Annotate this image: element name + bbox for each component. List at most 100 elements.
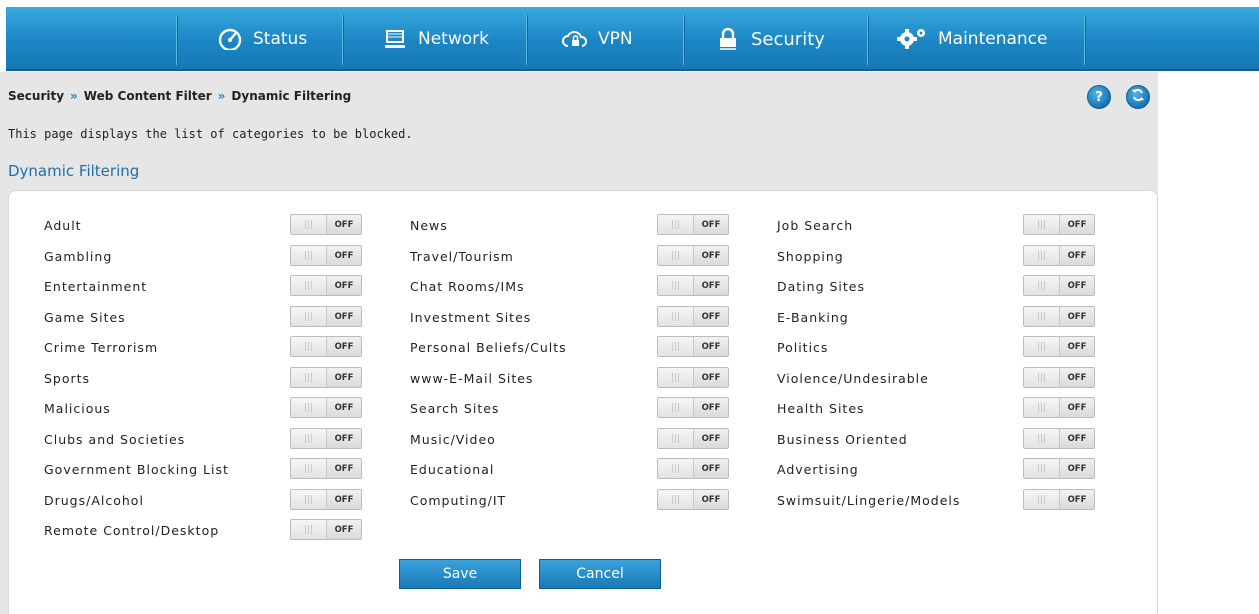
category-row: Adult (44, 213, 82, 237)
category-toggle[interactable]: ||| OFF (657, 214, 729, 235)
page-description: This page displays the list of categorie… (8, 127, 413, 141)
top-navigation-bar: Status Network VPN Security Maintenance (6, 7, 1259, 71)
toggle-grip-icon: ||| (291, 246, 327, 265)
category-toggle[interactable]: ||| OFF (657, 428, 729, 449)
nav-item-label: Security (751, 28, 825, 50)
refresh-icon (1131, 88, 1145, 106)
category-toggle[interactable]: ||| OFF (290, 245, 362, 266)
category-toggle[interactable]: ||| OFF (290, 367, 362, 388)
category-row: Malicious (44, 396, 111, 420)
category-label: Swimsuit/Lingerie/Models (777, 492, 961, 508)
toggle-grip-icon: ||| (1024, 246, 1060, 265)
category-toggle[interactable]: ||| OFF (657, 245, 729, 266)
category-toggle[interactable]: ||| OFF (657, 336, 729, 357)
category-toggle[interactable]: ||| OFF (290, 336, 362, 357)
category-row: www-E-Mail Sites (410, 366, 533, 390)
breadcrumb-separator: » (217, 89, 226, 103)
toggle-state-label: OFF (1060, 429, 1094, 448)
toggle-state-label: OFF (327, 337, 361, 356)
toggle-grip-icon: ||| (1024, 429, 1060, 448)
nav-separator (867, 15, 868, 65)
category-label: Malicious (44, 400, 111, 416)
toggle-grip-icon: ||| (658, 398, 694, 417)
category-toggle[interactable]: ||| OFF (290, 458, 362, 479)
help-button[interactable]: ? (1087, 85, 1111, 109)
category-label: Violence/Undesirable (777, 370, 929, 386)
category-toggle[interactable]: ||| OFF (1023, 458, 1095, 479)
category-label: Gambling (44, 248, 113, 264)
toggle-state-label: OFF (694, 398, 728, 417)
category-toggle[interactable]: ||| OFF (290, 214, 362, 235)
nav-separator (1084, 15, 1085, 65)
category-row: Computing/IT (410, 488, 506, 512)
toggle-state-label: OFF (327, 368, 361, 387)
nav-item-vpn[interactable]: VPN (562, 7, 633, 71)
category-toggle[interactable]: ||| OFF (1023, 214, 1095, 235)
category-toggle[interactable]: ||| OFF (657, 306, 729, 327)
toggle-state-label: OFF (327, 276, 361, 295)
category-label: Adult (44, 217, 82, 233)
category-label: Job Search (777, 217, 854, 233)
category-toggle[interactable]: ||| OFF (657, 397, 729, 418)
nav-item-label: Maintenance (938, 29, 1048, 49)
toggle-grip-icon: ||| (1024, 215, 1060, 234)
category-toggle[interactable]: ||| OFF (290, 519, 362, 540)
category-toggle[interactable]: ||| OFF (1023, 336, 1095, 357)
category-toggle[interactable]: ||| OFF (290, 489, 362, 510)
toggle-grip-icon: ||| (1024, 368, 1060, 387)
category-toggle[interactable]: ||| OFF (1023, 306, 1095, 327)
toggle-grip-icon: ||| (658, 429, 694, 448)
toggle-grip-icon: ||| (291, 459, 327, 478)
cancel-button[interactable]: Cancel (539, 559, 661, 589)
nav-separator (683, 15, 684, 65)
toggle-grip-icon: ||| (291, 490, 327, 509)
category-toggle[interactable]: ||| OFF (290, 306, 362, 327)
breadcrumb-item-web-content-filter[interactable]: Web Content Filter (84, 89, 212, 103)
toggle-grip-icon: ||| (291, 337, 327, 356)
category-row: Politics (777, 335, 828, 359)
breadcrumb: Security » Web Content Filter » Dynamic Filt… (8, 89, 351, 103)
toggle-state-label: OFF (1060, 215, 1094, 234)
nav-item-label: Status (253, 29, 308, 49)
category-toggle[interactable]: ||| OFF (290, 397, 362, 418)
category-label: Advertising (777, 461, 859, 477)
nav-item-security[interactable]: Security (715, 7, 825, 71)
toggle-grip-icon: ||| (1024, 276, 1060, 295)
category-toggle[interactable]: ||| OFF (657, 458, 729, 479)
category-toggle[interactable]: ||| OFF (290, 428, 362, 449)
toggle-grip-icon: ||| (1024, 490, 1060, 509)
category-row: Drugs/Alcohol (44, 488, 144, 512)
category-toggle[interactable]: ||| OFF (1023, 275, 1095, 296)
toggle-state-label: OFF (327, 246, 361, 265)
category-toggle[interactable]: ||| OFF (657, 275, 729, 296)
category-toggle[interactable]: ||| OFF (657, 367, 729, 388)
category-toggle[interactable]: ||| OFF (1023, 428, 1095, 449)
category-toggle[interactable]: ||| OFF (1023, 489, 1095, 510)
category-label: www-E-Mail Sites (410, 370, 534, 386)
toggle-grip-icon: ||| (658, 246, 694, 265)
category-row: Clubs and Societies (44, 427, 185, 451)
nav-item-label: Network (418, 29, 489, 49)
category-label: Chat Rooms/IMs (410, 278, 525, 294)
nav-item-network[interactable]: Network (382, 7, 489, 71)
nav-item-maintenance[interactable]: Maintenance (896, 7, 1047, 71)
category-toggle[interactable]: ||| OFF (290, 275, 362, 296)
section-title: Dynamic Filtering (8, 162, 140, 180)
category-row: Remote Control/Desktop (44, 518, 219, 542)
category-label: News (410, 217, 448, 233)
refresh-button[interactable] (1126, 85, 1150, 109)
breadcrumb-item-security[interactable]: Security (8, 89, 64, 103)
category-toggle[interactable]: ||| OFF (1023, 397, 1095, 418)
toggle-grip-icon: ||| (291, 398, 327, 417)
category-label: E-Banking (777, 309, 849, 325)
nav-item-status[interactable]: Status (217, 7, 307, 71)
category-row: Job Search (777, 213, 853, 237)
category-toggle[interactable]: ||| OFF (657, 489, 729, 510)
toggle-state-label: OFF (694, 246, 728, 265)
category-toggle[interactable]: ||| OFF (1023, 245, 1095, 266)
toggle-grip-icon: ||| (1024, 459, 1060, 478)
toggle-state-label: OFF (1060, 398, 1094, 417)
save-button[interactable]: Save (399, 559, 521, 589)
category-row: Dating Sites (777, 274, 865, 298)
category-toggle[interactable]: ||| OFF (1023, 367, 1095, 388)
